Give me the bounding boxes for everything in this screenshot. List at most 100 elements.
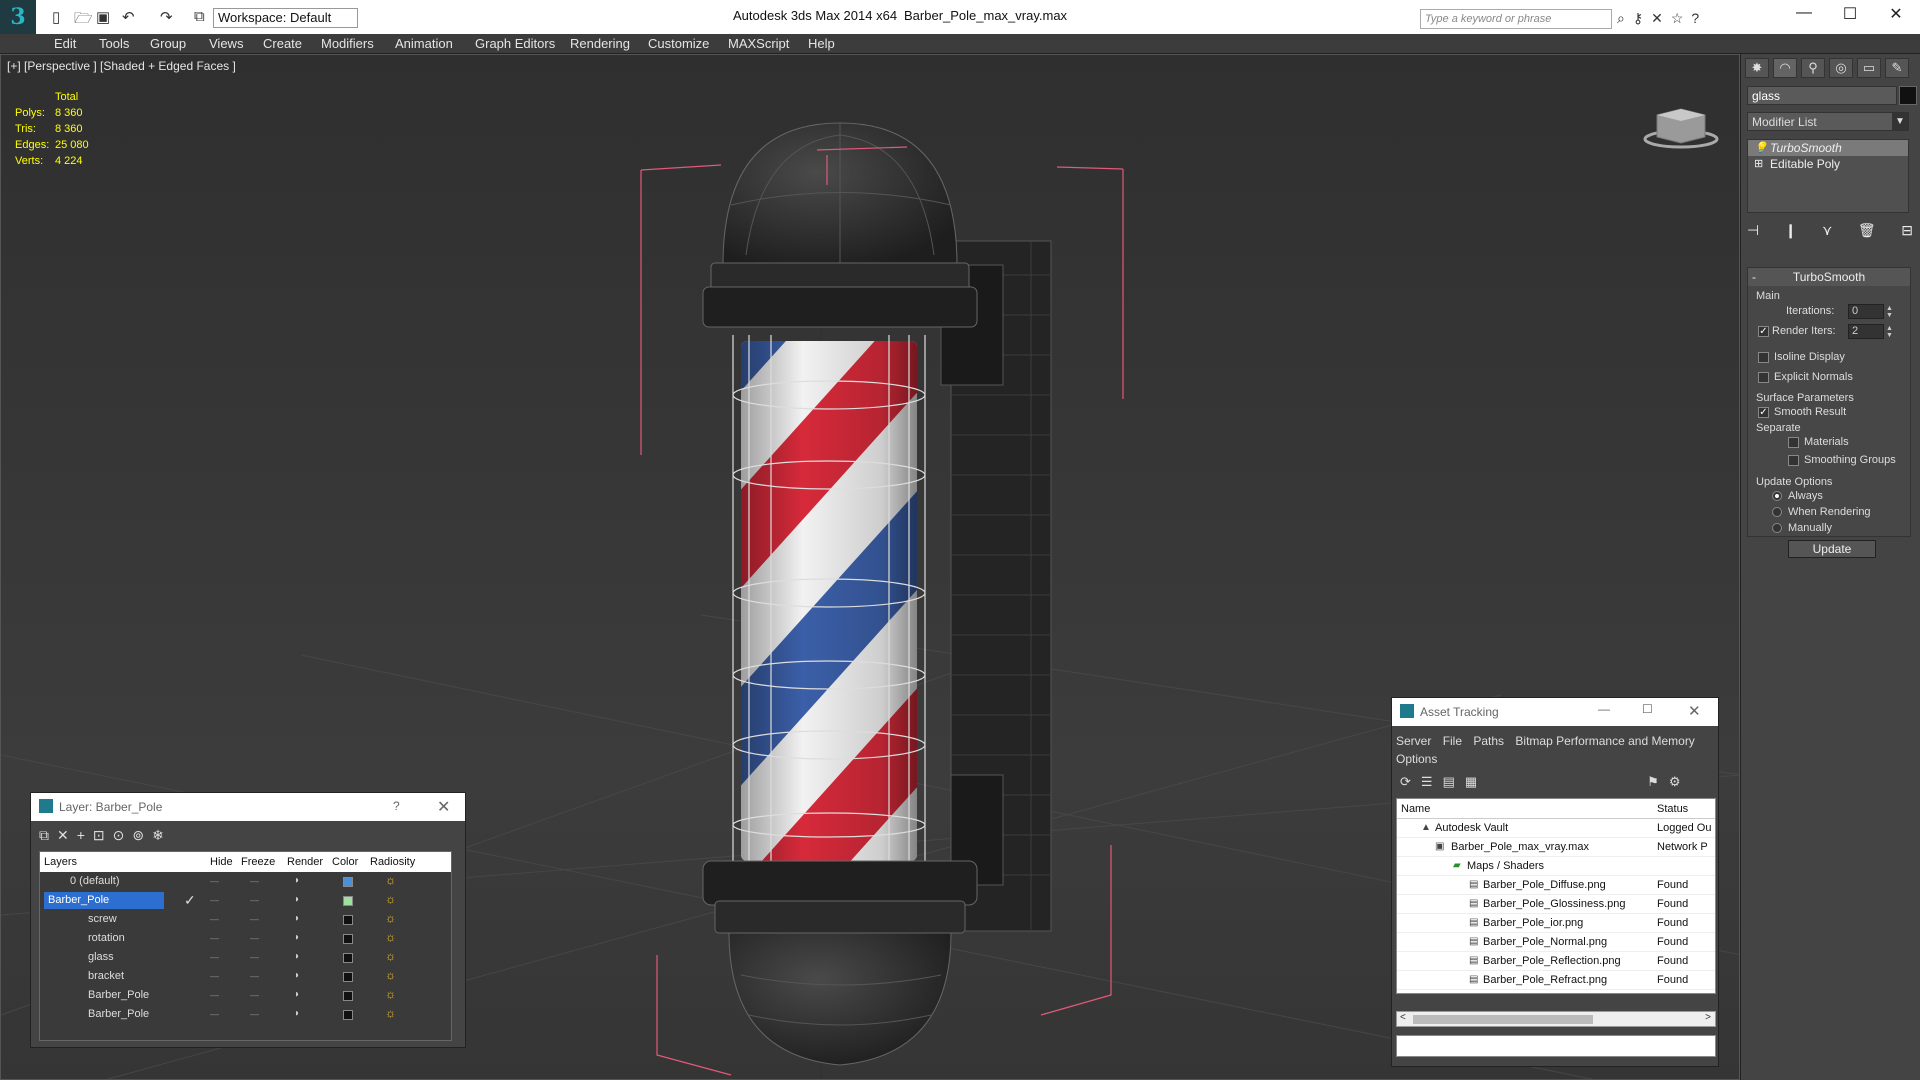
- vault-settings-icon[interactable]: ⚙: [1669, 774, 1681, 790]
- close-icon[interactable]: ✕: [437, 797, 450, 817]
- explicit-normals-checkbox[interactable]: [1758, 372, 1769, 383]
- object-color-swatch[interactable]: [1899, 86, 1917, 105]
- freeze-toggle[interactable]: —: [250, 876, 259, 886]
- freeze-toggle[interactable]: —: [250, 914, 259, 924]
- column-header[interactable]: Layers: [44, 856, 77, 868]
- key-icon[interactable]: ⚷: [1633, 10, 1643, 27]
- layer-name[interactable]: Barber_Pole: [44, 892, 164, 909]
- hierarchy-tab-icon[interactable]: ⚲: [1801, 58, 1825, 78]
- scroll-right-icon[interactable]: >: [1705, 1012, 1711, 1023]
- asset-row[interactable]: ▤ Barber_Pole_Glossiness.png Found: [1397, 895, 1715, 914]
- select-in-layer-icon[interactable]: ⊡: [93, 827, 105, 844]
- spinner-arrows-icon[interactable]: ▲ ▼: [1886, 305, 1893, 319]
- asset-row[interactable]: ▤ Barber_Pole_ior.png Found: [1397, 914, 1715, 933]
- menu-modifiers[interactable]: Modifiers: [321, 34, 374, 54]
- layer-window-titlebar[interactable]: Layer: Barber_Pole ? ✕: [31, 793, 465, 821]
- table-view-icon[interactable]: ▦: [1465, 774, 1477, 790]
- render-teapot-icon[interactable]: ◗: [294, 951, 300, 962]
- active-layer-check-icon[interactable]: ✓: [184, 892, 196, 909]
- binoculars-icon[interactable]: ⌕: [1617, 10, 1625, 27]
- column-header[interactable]: Hide: [210, 856, 233, 868]
- maximize-button[interactable]: ☐: [1642, 702, 1653, 716]
- asset-menu-file[interactable]: File: [1443, 734, 1462, 748]
- update-button[interactable]: Update: [1788, 540, 1876, 558]
- layer-row[interactable]: rotation — — ◗ ☼: [40, 929, 451, 948]
- radiosity-icon[interactable]: ☼: [385, 987, 396, 1001]
- menu-edit[interactable]: Edit: [54, 34, 76, 54]
- minimize-button[interactable]: —: [1598, 702, 1610, 716]
- column-header[interactable]: Name: [1401, 803, 1430, 815]
- layer-color-swatch[interactable]: [343, 1010, 353, 1020]
- layer-name[interactable]: glass: [84, 949, 204, 966]
- layer-name[interactable]: bracket: [84, 968, 204, 985]
- layer-name[interactable]: rotation: [84, 930, 204, 947]
- stack-item-turbosmooth[interactable]: 💡 TurboSmooth: [1748, 140, 1908, 156]
- render-teapot-icon[interactable]: ◗: [294, 913, 300, 924]
- freeze-all-icon[interactable]: ❄: [152, 827, 164, 844]
- hide-toggle[interactable]: —: [210, 914, 219, 924]
- asset-menu-options[interactable]: Options: [1396, 752, 1437, 766]
- radiosity-icon[interactable]: ☼: [385, 873, 396, 887]
- modify-tab-icon[interactable]: ◠: [1773, 58, 1797, 78]
- workspace-select[interactable]: Workspace: Default: [213, 8, 358, 28]
- column-header[interactable]: Status: [1657, 803, 1688, 815]
- pin-stack-icon[interactable]: ⊣: [1747, 222, 1759, 239]
- layer-row[interactable]: Barber_Pole ✓ — — ◗ ☼: [40, 891, 451, 910]
- manually-radio[interactable]: [1772, 523, 1782, 533]
- column-header[interactable]: Freeze: [241, 856, 275, 868]
- asset-menu-server[interactable]: Server: [1396, 734, 1431, 748]
- create-tab-icon[interactable]: ✸: [1745, 58, 1769, 78]
- lightbulb-icon[interactable]: 💡: [1754, 140, 1768, 156]
- list-view-icon[interactable]: ☰: [1421, 774, 1433, 790]
- radiosity-icon[interactable]: ☼: [385, 911, 396, 925]
- column-header[interactable]: Color: [332, 856, 358, 868]
- render-iters-spinner[interactable]: 2: [1848, 324, 1884, 339]
- smoothing-groups-checkbox[interactable]: [1788, 455, 1799, 466]
- hide-toggle[interactable]: —: [210, 876, 219, 886]
- remove-modifier-icon[interactable]: 🗑: [1858, 222, 1876, 239]
- smooth-result-checkbox[interactable]: ✓: [1758, 407, 1769, 418]
- asset-row[interactable]: ▤ Barber_Pole_Reflection.png Found: [1397, 952, 1715, 971]
- asset-row[interactable]: ▣ Barber_Pole_max_vray.max Network P: [1397, 838, 1715, 857]
- menu-graph-editors[interactable]: Graph Editors: [475, 34, 555, 54]
- app-menu-button[interactable]: 3: [0, 0, 36, 34]
- hide-toggle[interactable]: —: [210, 971, 219, 981]
- menu-tools[interactable]: Tools: [99, 34, 129, 54]
- asset-row[interactable]: ▰ Maps / Shaders: [1397, 857, 1715, 876]
- menu-help[interactable]: Help: [808, 34, 835, 54]
- highlight-layer-icon[interactable]: ⊙: [113, 827, 125, 844]
- render-teapot-icon[interactable]: ◗: [294, 875, 300, 886]
- menu-maxscript[interactable]: MAXScript: [728, 34, 789, 54]
- freeze-toggle[interactable]: —: [250, 1009, 259, 1019]
- layer-name[interactable]: 0 (default): [66, 873, 186, 890]
- motion-tab-icon[interactable]: ◎: [1829, 58, 1853, 78]
- radiosity-icon[interactable]: ☼: [385, 930, 396, 944]
- menu-views[interactable]: Views: [209, 34, 243, 54]
- project-folder-icon[interactable]: ⧉: [194, 8, 205, 25]
- show-end-result-icon[interactable]: ❙: [1785, 222, 1797, 239]
- render-teapot-icon[interactable]: ◗: [294, 1008, 300, 1019]
- help-icon[interactable]: ?: [1691, 10, 1699, 27]
- redo-icon[interactable]: ↷: [160, 8, 173, 26]
- new-file-icon[interactable]: ▯: [52, 8, 60, 26]
- object-name-field[interactable]: glass: [1747, 86, 1897, 105]
- hide-toggle[interactable]: —: [210, 990, 219, 1000]
- hide-toggle[interactable]: —: [210, 1009, 219, 1019]
- radiosity-icon[interactable]: ☼: [385, 949, 396, 963]
- layer-color-swatch[interactable]: [343, 915, 353, 925]
- asset-row[interactable]: ▤ Barber_Pole_Normal.png Found: [1397, 933, 1715, 952]
- freeze-toggle[interactable]: —: [250, 895, 259, 905]
- when-rendering-radio[interactable]: [1772, 507, 1782, 517]
- menu-group[interactable]: Group: [150, 34, 186, 54]
- column-header[interactable]: Render: [287, 856, 323, 868]
- menu-animation[interactable]: Animation: [395, 34, 453, 54]
- hide-toggle[interactable]: —: [210, 895, 219, 905]
- render-teapot-icon[interactable]: ◗: [294, 970, 300, 981]
- menu-customize[interactable]: Customize: [648, 34, 709, 54]
- make-unique-icon[interactable]: ⋎: [1822, 222, 1832, 239]
- freeze-toggle[interactable]: —: [250, 933, 259, 943]
- scroll-left-icon[interactable]: <: [1400, 1012, 1406, 1023]
- hide-all-icon[interactable]: ⊚: [132, 827, 144, 844]
- hide-toggle[interactable]: —: [210, 952, 219, 962]
- layer-color-swatch[interactable]: [343, 953, 353, 963]
